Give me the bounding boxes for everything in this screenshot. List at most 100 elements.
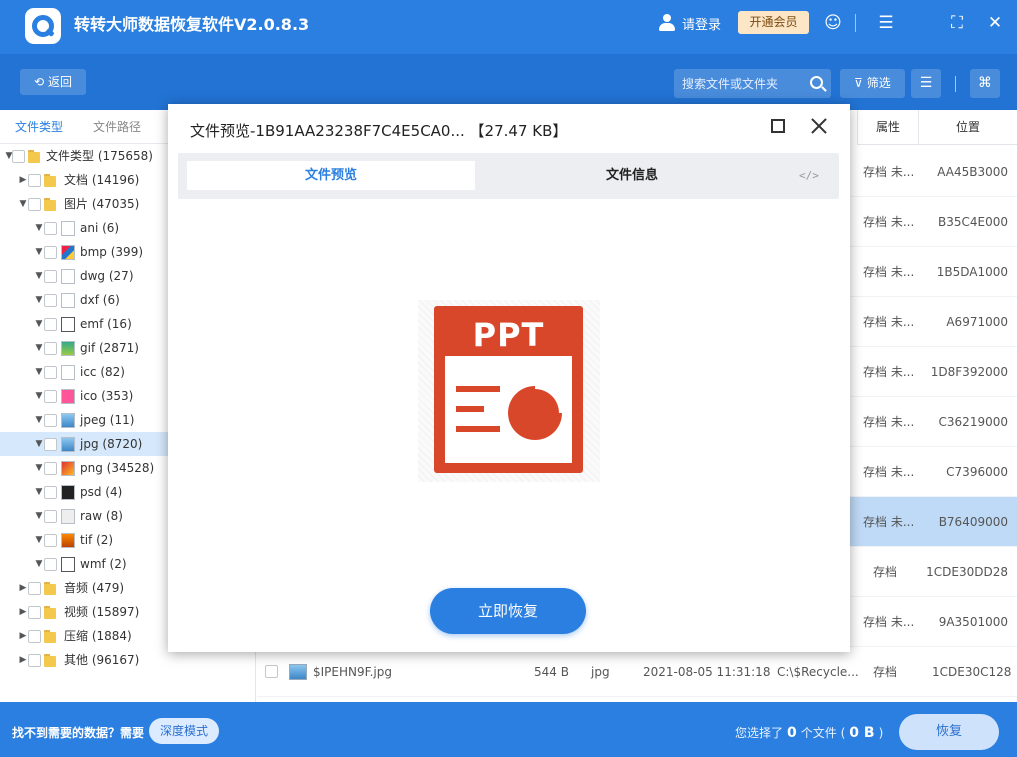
code-icon[interactable]: </>: [799, 169, 819, 182]
expand-arrow-icon[interactable]: ▼: [34, 408, 44, 432]
expand-arrow-icon[interactable]: ▼: [34, 336, 44, 360]
tree-checkbox[interactable]: [44, 510, 57, 523]
tree-item-label: 视频 (15897): [64, 605, 140, 619]
tree-item-label: ani (6): [80, 221, 120, 235]
tree-item-label: jpg (8720): [80, 437, 143, 451]
expand-arrow-icon[interactable]: ▼: [34, 240, 44, 264]
file-attr: 存档 未...: [863, 265, 915, 279]
tree-checkbox[interactable]: [28, 582, 41, 595]
expand-arrow-icon[interactable]: ▼: [34, 552, 44, 576]
column-header-attr[interactable]: 属性: [857, 110, 918, 145]
tree-checkbox[interactable]: [28, 198, 41, 211]
expand-arrow-icon[interactable]: ▼: [34, 456, 44, 480]
folder-icon: [44, 582, 58, 595]
folder-icon: [44, 654, 58, 667]
tab-file-info[interactable]: 文件信息: [478, 161, 786, 190]
expand-arrow-icon[interactable]: ▼: [34, 504, 44, 528]
tree-checkbox[interactable]: [44, 294, 57, 307]
ppt-line: [456, 386, 500, 392]
file-attr: 存档 未...: [863, 215, 915, 229]
expand-arrow-icon[interactable]: ▼: [34, 312, 44, 336]
tree-checkbox[interactable]: [44, 270, 57, 283]
tree-item-label: tif (2): [80, 533, 114, 547]
tab-file-preview[interactable]: 文件预览: [187, 161, 475, 190]
login-label: 请登录: [682, 17, 722, 33]
tree-checkbox[interactable]: [44, 414, 57, 427]
maximize-icon[interactable]: [771, 119, 785, 133]
file-location: 1D8F392000: [930, 365, 1008, 379]
tree-item-label: 文件类型 (175658): [46, 149, 153, 163]
tree-item[interactable]: ▼ jpg (8720): [0, 432, 168, 456]
tree-checkbox[interactable]: [44, 558, 57, 571]
tree-checkbox[interactable]: [28, 174, 41, 187]
selected-prefix: 您选择了: [735, 726, 784, 740]
customer-service-icon[interactable]: ☺: [823, 13, 843, 33]
tree-item-label: dwg (27): [80, 269, 134, 283]
tree-checkbox[interactable]: [28, 606, 41, 619]
deep-mode-button[interactable]: 深度模式: [149, 718, 219, 744]
expand-arrow-icon[interactable]: ▼: [34, 360, 44, 384]
tree-checkbox[interactable]: [44, 486, 57, 499]
expand-arrow-icon[interactable]: ▼: [34, 264, 44, 288]
tree-item-label: wmf (2): [80, 557, 127, 571]
recover-button[interactable]: 恢复: [899, 714, 999, 750]
tree-checkbox[interactable]: [44, 366, 57, 379]
ani-file-icon: [61, 221, 75, 236]
status-bar: 找不到需要的数据？需要 深度模式 您选择了 0 个文件 (0 B) 恢复: [0, 702, 1017, 757]
column-header-location[interactable]: 位置: [918, 110, 1017, 145]
tab-file-type[interactable]: 文件类型: [0, 110, 78, 144]
tree-checkbox[interactable]: [28, 630, 41, 643]
collapse-arrow-icon[interactable]: ▶: [18, 168, 28, 192]
tree-checkbox[interactable]: [44, 342, 57, 355]
restore-now-button[interactable]: 立即恢复: [430, 588, 586, 634]
login-button[interactable]: 请登录: [658, 12, 721, 34]
app-title: 转转大师数据恢复软件V2.0.8.3: [74, 15, 310, 34]
expand-arrow-icon[interactable]: ▼: [18, 192, 28, 216]
close-icon[interactable]: [809, 116, 829, 136]
expand-arrow-icon[interactable]: ▼: [34, 384, 44, 408]
collapse-arrow-icon[interactable]: ▶: [18, 600, 28, 624]
dxf-file-icon: [61, 293, 75, 308]
file-location: 9A3501000: [938, 615, 1008, 629]
emf-file-icon: [61, 317, 75, 332]
file-attr: 存档 未...: [863, 165, 915, 179]
tree-checkbox[interactable]: [28, 654, 41, 667]
tree-checkbox[interactable]: [44, 222, 57, 235]
tree-checkbox[interactable]: [44, 462, 57, 475]
tab-file-path[interactable]: 文件路径: [78, 110, 156, 144]
expand-arrow-icon[interactable]: ▼: [34, 432, 44, 456]
tif-file-icon: [61, 533, 75, 548]
expand-arrow-icon[interactable]: ▼: [34, 528, 44, 552]
tree-checkbox[interactable]: [44, 534, 57, 547]
expand-arrow-icon[interactable]: ▼: [34, 216, 44, 240]
close-window-icon[interactable]: ✕: [985, 13, 1005, 33]
file-location: 1CDE30C128: [932, 665, 1012, 679]
back-button[interactable]: ⟲ 返回: [20, 69, 86, 95]
menu-icon[interactable]: ☰: [876, 13, 896, 33]
maximize-window-icon[interactable]: ⛶: [947, 13, 967, 33]
toolbar: ⟲ 返回 ⊽ 筛选 ☰ ⌘: [0, 54, 1017, 110]
tree-checkbox[interactable]: [44, 438, 57, 451]
expand-arrow-icon[interactable]: ▼: [34, 480, 44, 504]
expand-arrow-icon[interactable]: ▼: [34, 288, 44, 312]
collapse-arrow-icon[interactable]: ▶: [18, 576, 28, 600]
search-icon[interactable]: [810, 76, 823, 89]
list-search-icon[interactable]: ☰: [911, 69, 941, 98]
tree-item-label: icc (82): [80, 365, 125, 379]
tree-checkbox[interactable]: [12, 150, 25, 163]
collapse-arrow-icon[interactable]: ▶: [18, 624, 28, 648]
tree-checkbox[interactable]: [44, 318, 57, 331]
collapse-arrow-icon[interactable]: ▶: [18, 648, 28, 672]
search-input[interactable]: [682, 74, 802, 93]
title-bar: 转转大师数据恢复软件V2.0.8.3 请登录 开通会员 ☺ ☰ ⛶ ✕: [0, 0, 1017, 54]
vip-button[interactable]: 开通会员: [738, 11, 809, 34]
table-row[interactable]: $IPEHN9F.jpg 544 B jpg 2021-08-05 11:31:…: [257, 647, 1017, 697]
tree-checkbox[interactable]: [44, 390, 57, 403]
row-checkbox[interactable]: [265, 665, 278, 678]
tree-checkbox[interactable]: [44, 246, 57, 259]
ppt-line: [456, 406, 484, 412]
grid-view-icon[interactable]: ⌘: [970, 69, 1000, 98]
back-label: 返回: [47, 75, 72, 89]
filter-button[interactable]: ⊽ 筛选: [840, 69, 905, 98]
preview-area: PPT: [418, 300, 600, 482]
